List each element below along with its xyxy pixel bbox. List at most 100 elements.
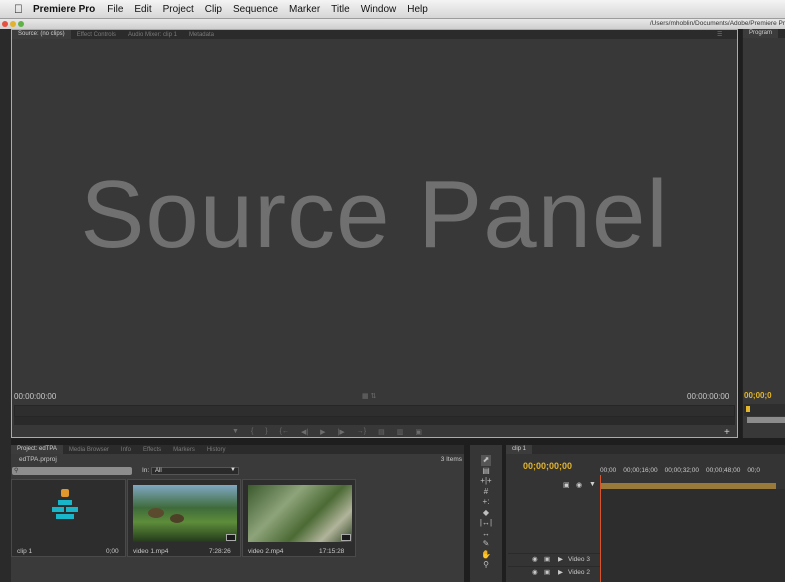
- step-forward-icon[interactable]: |▶: [338, 428, 345, 436]
- ruler-label: 00;00;48;00: [705, 467, 741, 474]
- tab-history[interactable]: History: [201, 447, 232, 453]
- rate-stretch-tool-icon[interactable]: +:: [483, 497, 490, 508]
- ruler-label: 00;0: [747, 467, 760, 474]
- expand-triangle-icon[interactable]: ▶: [558, 554, 563, 565]
- project-item-video-2[interactable]: [242, 479, 356, 557]
- minimize-window-button[interactable]: [10, 21, 16, 27]
- source-panel: Source: (no clips) Effect Controls Audio…: [11, 29, 738, 438]
- zoom-window-button[interactable]: [18, 21, 24, 27]
- sequence-icon-block: [66, 507, 78, 512]
- timeline-track-area[interactable]: [600, 489, 785, 582]
- track-name-video-3: Video 3: [568, 556, 590, 563]
- eye-icon[interactable]: ◉: [532, 567, 538, 578]
- settings-icon[interactable]: ▦ ⇅: [362, 392, 376, 400]
- track-header-video-2[interactable]: ◉ ▣ ▶ Video 2: [508, 566, 600, 577]
- close-window-button[interactable]: [2, 21, 8, 27]
- eye-icon[interactable]: ◉: [532, 554, 538, 565]
- rolling-edit-tool-icon[interactable]: #: [484, 487, 488, 498]
- project-file-name: edTPA.prproj: [19, 456, 57, 463]
- program-ruler[interactable]: [744, 404, 785, 416]
- tab-clip-1[interactable]: clip 1: [506, 445, 533, 454]
- apple-menu-icon[interactable]: : [14, 2, 23, 16]
- item-duration-video-2: 17:15:28: [319, 548, 345, 555]
- tab-metadata[interactable]: Metadata: [183, 32, 220, 38]
- program-timecode[interactable]: 00;00;0: [744, 391, 772, 400]
- timeline-playhead[interactable]: [600, 475, 601, 582]
- track-header-video-3[interactable]: ◉ ▣ ▶ Video 3: [508, 553, 600, 564]
- ripple-edit-tool-icon[interactable]: +|+: [480, 476, 491, 487]
- expand-triangle-icon[interactable]: ▶: [558, 567, 563, 578]
- tab-markers[interactable]: Markers: [167, 447, 201, 453]
- video-badge-icon: [341, 534, 351, 541]
- selection-tool-icon[interactable]: ⬈: [480, 455, 492, 466]
- app-menu[interactable]: Premiere Pro: [33, 4, 95, 15]
- go-to-in-icon[interactable]: {←: [280, 428, 289, 436]
- duck-figure: [148, 508, 164, 518]
- item-name-video-1: video 1.mp4: [133, 548, 169, 555]
- panel-menu-icon[interactable]: ☰: [717, 31, 722, 38]
- menu-file[interactable]: File: [107, 4, 123, 15]
- menu-clip[interactable]: Clip: [205, 4, 222, 15]
- project-tab-row: Project: edTPA Media Browser Info Effect…: [11, 445, 464, 454]
- project-item-video-1[interactable]: [127, 479, 241, 557]
- sequence-icon-block: [56, 514, 74, 519]
- menu-help[interactable]: Help: [407, 4, 428, 15]
- film-icon[interactable]: ▣: [544, 567, 550, 578]
- hand-tool-icon[interactable]: ✋: [481, 550, 491, 561]
- menu-title[interactable]: Title: [331, 4, 350, 15]
- track-select-tool-icon[interactable]: ▤: [482, 466, 490, 477]
- ruler-label: 00;00;16;00: [623, 467, 658, 474]
- timeline-panel: clip 1 00;00;00;00 00;00 00;00;16;00 00;…: [506, 445, 785, 582]
- item-name-clip-1: clip 1: [17, 548, 33, 555]
- menu-sequence[interactable]: Sequence: [233, 4, 278, 15]
- snap-icon[interactable]: ▣: [563, 481, 570, 489]
- project-item-clip-1[interactable]: [11, 479, 126, 557]
- menu-marker[interactable]: Marker: [289, 4, 320, 15]
- tab-audio-mixer[interactable]: Audio Mixer: clip 1: [122, 32, 183, 38]
- search-input[interactable]: ⚲: [12, 467, 132, 475]
- play-icon[interactable]: ▶: [320, 428, 325, 436]
- source-zoom-bar[interactable]: [14, 417, 735, 425]
- item-duration-clip-1: 0;00: [106, 548, 119, 555]
- program-panel: Program 00;00;0: [742, 29, 785, 438]
- go-to-out-icon[interactable]: →}: [357, 428, 366, 436]
- film-icon[interactable]: ▣: [544, 554, 550, 565]
- menu-edit[interactable]: Edit: [134, 4, 151, 15]
- add-marker-icon[interactable]: ▼: [232, 428, 239, 436]
- timeline-timecode[interactable]: 00;00;00;00: [523, 461, 572, 471]
- overwrite-icon[interactable]: ▥: [397, 428, 404, 436]
- in-select-value: All: [155, 468, 162, 474]
- tab-media-browser[interactable]: Media Browser: [63, 447, 115, 453]
- menu-window[interactable]: Window: [361, 4, 397, 15]
- in-select[interactable]: All ▼: [151, 467, 239, 475]
- tab-info[interactable]: Info: [115, 447, 137, 453]
- pen-tool-icon[interactable]: ✎: [483, 539, 490, 550]
- mark-out-icon[interactable]: }: [265, 428, 267, 436]
- tab-source[interactable]: Source: (no clips): [12, 30, 71, 39]
- insert-icon[interactable]: ▤: [378, 428, 385, 436]
- menu-project[interactable]: Project: [163, 4, 194, 15]
- sequence-icon: [58, 500, 72, 505]
- program-playhead[interactable]: [746, 406, 750, 412]
- step-back-icon[interactable]: ◀|: [301, 428, 308, 436]
- item-name-video-2: video 2.mp4: [248, 548, 284, 555]
- mark-in-icon[interactable]: {: [251, 428, 253, 436]
- tab-program[interactable]: Program: [743, 29, 779, 38]
- tab-effects[interactable]: Effects: [137, 447, 167, 453]
- zoom-tool-icon[interactable]: ⚲: [483, 560, 489, 571]
- timeline-ruler-labels: 00;00 00;00;16;00 00;00;32;00 00;00;48;0…: [600, 467, 760, 474]
- tab-effect-controls[interactable]: Effect Controls: [71, 32, 122, 38]
- source-time-ruler[interactable]: [14, 405, 735, 417]
- linked-selection-icon[interactable]: ◉: [576, 481, 582, 489]
- source-timecode-in[interactable]: 00:00:00:00: [14, 392, 56, 401]
- program-zoom-bar[interactable]: [747, 417, 785, 423]
- tools-panel: ⬈ ▤ +|+ # +: ◆ |↔| ↔ ✎ ✋ ⚲: [470, 445, 502, 582]
- slip-tool-icon[interactable]: |↔|: [480, 518, 492, 529]
- razor-tool-icon[interactable]: ◆: [483, 508, 489, 519]
- slide-tool-icon[interactable]: ↔: [482, 529, 490, 540]
- add-button-icon[interactable]: +: [724, 427, 730, 438]
- export-frame-icon[interactable]: ▣: [415, 428, 422, 436]
- chevron-down-icon: ▼: [230, 467, 236, 473]
- tab-project[interactable]: Project: edTPA: [11, 445, 63, 454]
- add-marker-icon[interactable]: ▼: [589, 481, 596, 488]
